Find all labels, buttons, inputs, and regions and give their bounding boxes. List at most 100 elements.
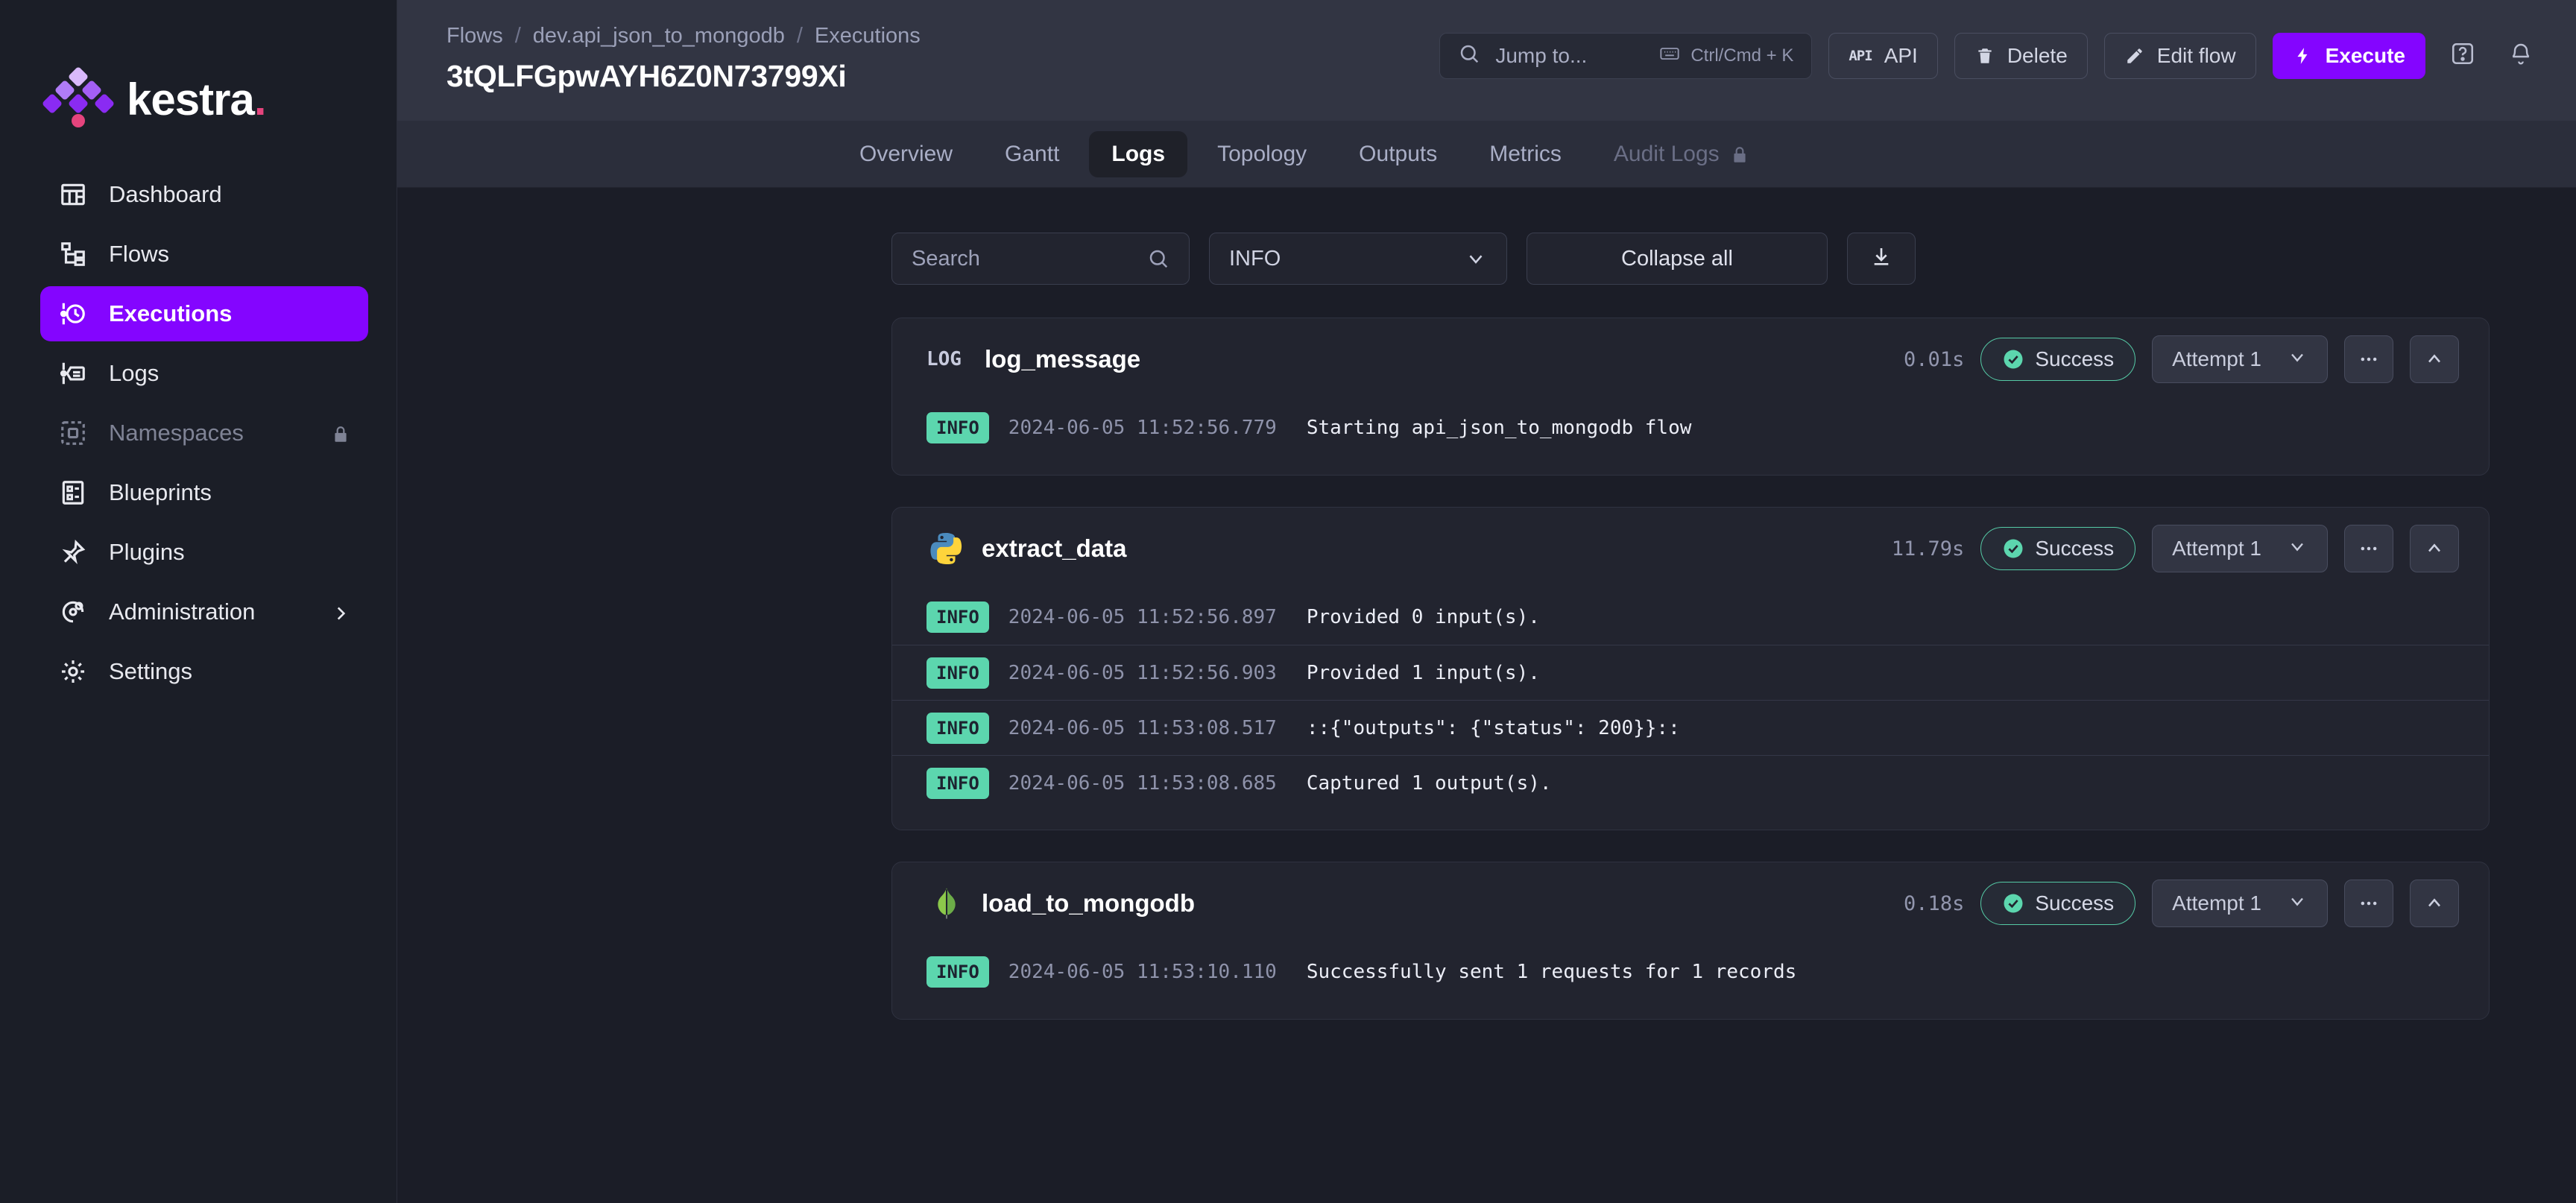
download-logs-button[interactable] — [1847, 233, 1916, 285]
sidebar-item-label: Dashboard — [109, 181, 222, 207]
executions-icon — [58, 299, 88, 329]
sidebar-item-logs[interactable]: Logs — [40, 346, 368, 401]
chevron-up-icon — [2428, 898, 2440, 907]
breadcrumb: Flows / dev.api_json_to_mongodb / Execut… — [446, 24, 921, 48]
brand-name: kestra. — [127, 74, 266, 124]
help-button[interactable] — [2442, 33, 2484, 79]
edit-flow-button-label: Edit flow — [2156, 44, 2236, 67]
tab-gantt[interactable]: Gantt — [982, 131, 1082, 177]
search-placeholder: Search — [912, 246, 980, 271]
help-icon — [2450, 41, 2475, 72]
jump-to-placeholder: Jump to... — [1495, 44, 1588, 67]
log-level-select[interactable]: INFO — [1209, 233, 1507, 285]
namespaces-icon — [58, 418, 88, 448]
breadcrumb-flows[interactable]: Flows — [446, 24, 503, 48]
search-input[interactable]: Search — [891, 233, 1190, 285]
log-text-badge: LOG — [926, 348, 962, 370]
log-level-badge: INFO — [926, 602, 989, 633]
sidebar-item-blueprints[interactable]: Blueprints — [40, 465, 368, 520]
lock-icon — [331, 423, 350, 443]
log-line: INFO 2024-06-05 11:53:10.110 Successfull… — [892, 944, 2489, 1000]
task-name: load_to_mongodb — [982, 889, 1195, 917]
tab-logs[interactable]: Logs — [1089, 130, 1188, 177]
execute-button-label: Execute — [2325, 44, 2405, 67]
jump-to-search[interactable]: Jump to... Ctrl/Cmd + K — [1439, 33, 1813, 79]
breadcrumb-namespace[interactable]: dev.api_json_to_mongodb — [533, 24, 785, 48]
notifications-button[interactable] — [2500, 33, 2542, 79]
download-icon — [1869, 245, 1893, 273]
chevron-down-icon — [1465, 247, 1487, 270]
tab-overview[interactable]: Overview — [837, 131, 975, 177]
sidebar-item-flows[interactable]: Flows — [40, 227, 368, 282]
task-collapse-button[interactable] — [2410, 525, 2459, 572]
sidebar-item-label: Executions — [109, 300, 233, 326]
lightning-icon — [2293, 45, 2314, 66]
sidebar-item-settings[interactable]: Settings — [40, 644, 368, 699]
chevron-down-icon — [2287, 891, 2308, 917]
tab-topology[interactable]: Topology — [1195, 131, 1329, 177]
log-line: INFO 2024-06-05 11:53:08.517 ::{"outputs… — [892, 700, 2489, 755]
app-root: kestra. Dashboard Flows Executions Logs … — [0, 0, 2576, 1203]
sidebar-item-namespaces[interactable]: Namespaces — [40, 405, 368, 461]
execute-button[interactable]: Execute — [2272, 33, 2425, 79]
task-more-menu-button[interactable] — [2344, 525, 2393, 572]
delete-button-label: Delete — [2007, 44, 2068, 67]
chevron-right-icon — [331, 602, 350, 622]
attempt-label: Attempt 1 — [2172, 347, 2261, 370]
tab-outputs[interactable]: Outputs — [1336, 131, 1459, 177]
pencil-icon — [2124, 45, 2145, 66]
lock-icon — [1730, 145, 1749, 163]
log-level-badge: INFO — [926, 767, 989, 799]
task-more-menu-button[interactable] — [2344, 880, 2393, 927]
tabs-bar: Overview Gantt Logs Topology Outputs Met… — [397, 121, 2576, 188]
sidebar-item-plugins[interactable]: Plugins — [40, 525, 368, 580]
edit-flow-button[interactable]: Edit flow — [2103, 33, 2256, 79]
log-level-badge: INFO — [926, 712, 989, 744]
check-circle-icon — [2002, 348, 2024, 370]
sidebar-item-executions[interactable]: Executions — [40, 286, 368, 341]
log-line: INFO 2024-06-05 11:52:56.779 Starting ap… — [892, 400, 2489, 455]
task-card: load_to_mongodb 0.18s Success Attempt 1 — [891, 862, 2490, 1020]
collapse-all-button[interactable]: Collapse all — [1527, 233, 1828, 285]
sidebar-item-label: Plugins — [109, 539, 185, 565]
tab-audit-logs: Audit Logs — [1591, 131, 1772, 177]
sidebar: kestra. Dashboard Flows Executions Logs … — [0, 0, 397, 1203]
breadcrumb-separator: / — [796, 24, 803, 48]
log-message: Starting api_json_to_mongodb flow — [1306, 417, 1692, 439]
task-card-header: extract_data 11.79s Success Attempt 1 — [892, 508, 2489, 590]
logs-icon — [58, 359, 88, 388]
chevron-down-icon — [2287, 536, 2308, 562]
attempt-select[interactable]: Attempt 1 — [2152, 880, 2328, 927]
task-card-header: LOG log_message 0.01s Success Attempt 1 — [892, 318, 2489, 400]
sidebar-item-dashboard[interactable]: Dashboard — [40, 167, 368, 222]
plugins-icon — [58, 537, 88, 567]
administration-icon — [58, 597, 88, 627]
task-more-menu-button[interactable] — [2344, 335, 2393, 383]
main-area: Flows / dev.api_json_to_mongodb / Execut… — [397, 0, 2576, 1203]
ellipsis-icon — [2361, 546, 2377, 551]
task-collapse-button[interactable] — [2410, 880, 2459, 927]
breadcrumb-executions[interactable]: Executions — [815, 24, 921, 48]
trash-icon — [1974, 45, 1995, 66]
log-timestamp: 2024-06-05 11:52:56.897 — [1008, 606, 1277, 628]
task-card-header: load_to_mongodb 0.18s Success Attempt 1 — [892, 862, 2489, 944]
filter-bar: Search INFO Collapse all — [397, 233, 2576, 285]
chevron-up-icon — [2428, 543, 2440, 552]
task-collapse-button[interactable] — [2410, 335, 2459, 383]
api-button[interactable]: API API — [1828, 33, 1938, 79]
delete-button[interactable]: Delete — [1954, 33, 2088, 79]
attempt-select[interactable]: Attempt 1 — [2152, 525, 2328, 572]
log-timestamp: 2024-06-05 11:53:08.517 — [1008, 716, 1277, 739]
brand-logo[interactable]: kestra. — [0, 58, 397, 140]
sidebar-item-administration[interactable]: Administration — [40, 584, 368, 640]
log-timestamp: 2024-06-05 11:52:56.903 — [1008, 661, 1277, 684]
attempt-select[interactable]: Attempt 1 — [2152, 335, 2328, 383]
log-level-badge: INFO — [926, 956, 989, 988]
ellipsis-icon — [2361, 901, 2377, 906]
blueprints-icon — [58, 478, 88, 508]
status-label: Success — [2035, 347, 2115, 370]
log-line: INFO 2024-06-05 11:52:56.903 Provided 1 … — [892, 645, 2489, 700]
keyboard-icon — [1659, 43, 1680, 69]
tab-metrics[interactable]: Metrics — [1467, 131, 1584, 177]
sidebar-item-label: Flows — [109, 241, 169, 267]
